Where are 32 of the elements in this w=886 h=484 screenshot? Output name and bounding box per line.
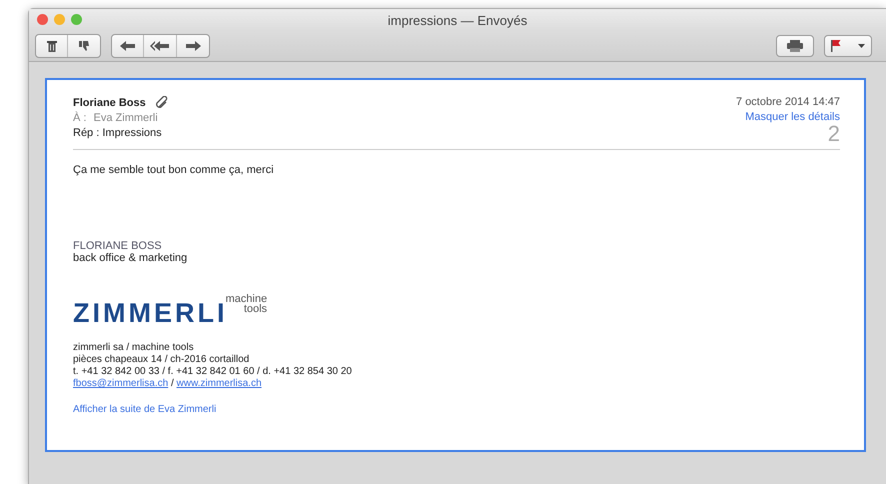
caret-icon: [858, 44, 865, 48]
message-date: 7 octobre 2014 14:47: [736, 96, 840, 108]
paperclip-icon: [156, 96, 168, 109]
sender-name: Floriane Boss: [73, 96, 146, 108]
company-logo: ZIMMERLI: [73, 300, 228, 326]
logo-tagline: machine tools: [227, 294, 268, 314]
recipient-name: Eva Zimmerli: [94, 112, 158, 124]
print-button[interactable]: [776, 35, 814, 57]
message-count: 2: [828, 123, 840, 145]
signature-line: pièces chapeaux 14 / ch-2016 cortaillod: [73, 354, 250, 366]
signature-name: FLORIANE BOSS: [73, 240, 163, 252]
signature-line: zimmerli sa / machine tools: [73, 342, 195, 354]
reply-icon: [120, 41, 136, 51]
reply-all-icon: [150, 41, 170, 51]
trash-icon: [46, 40, 56, 52]
close-button[interactable]: [37, 14, 48, 25]
to-label: À :: [73, 112, 86, 124]
signature-role: back office & marketing: [73, 252, 188, 264]
window-title: impressions — Envoyés: [388, 12, 528, 28]
signature-line: t. +41 32 842 00 33 / f. +41 32 842 01 60 / d. +41 32 854 30 20: [73, 366, 353, 378]
email-link[interactable]: fboss@zimmerlisa.ch: [73, 378, 168, 389]
printer-icon: [787, 40, 803, 52]
thumbs-down-icon: [78, 40, 90, 52]
separator: /: [170, 378, 174, 389]
forward-icon: [185, 41, 201, 51]
hide-details-link[interactable]: Masquer les détails: [745, 111, 840, 123]
subject: Rép : Impressions: [73, 127, 163, 139]
website-link[interactable]: www.zimmerlisa.ch: [176, 378, 262, 389]
show-more-link[interactable]: Afficher la suite de Eva Zimmerli: [73, 404, 216, 415]
flag-icon: [831, 40, 841, 52]
message-body: Ça me semble tout bon comme ça, merci: [73, 164, 275, 176]
flag-button[interactable]: [824, 35, 872, 57]
